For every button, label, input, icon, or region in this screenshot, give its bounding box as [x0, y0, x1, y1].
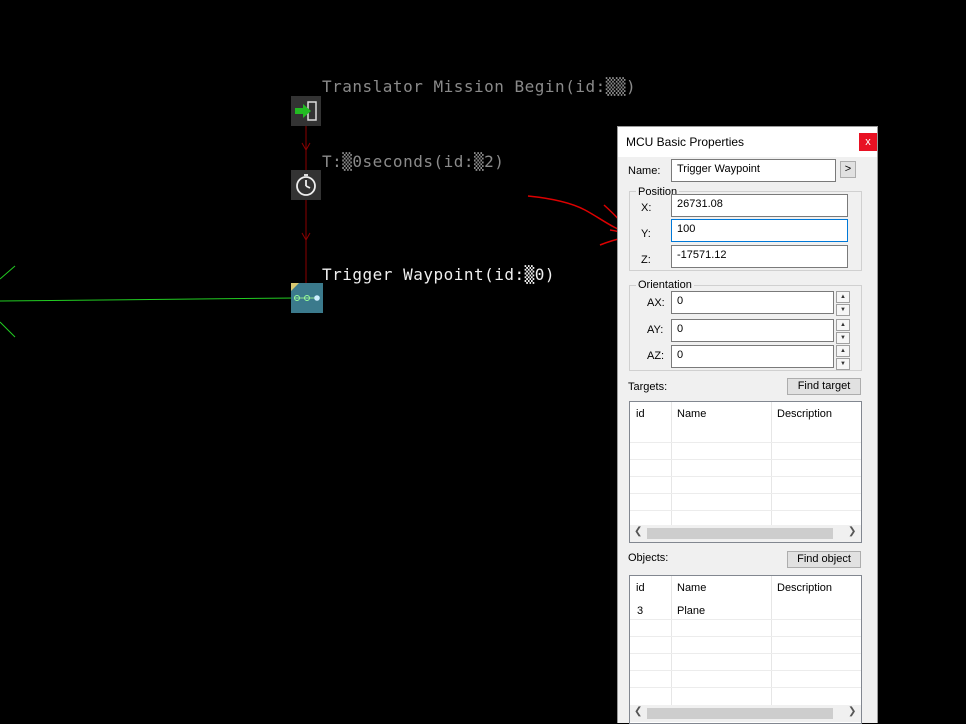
- dialog-titlebar[interactable]: MCU Basic Properties x: [618, 127, 877, 157]
- targets-table[interactable]: id Name Description ❮ ❯: [629, 401, 862, 543]
- timer-node[interactable]: [291, 170, 321, 200]
- annotation-arrow: [527, 195, 631, 246]
- targets-col-description[interactable]: Description: [771, 402, 838, 428]
- ax-label: AX:: [647, 297, 665, 309]
- z-field[interactable]: -17571.12: [671, 245, 848, 268]
- az-down-icon[interactable]: ▼: [836, 358, 850, 370]
- mission-begin-node[interactable]: [291, 96, 321, 126]
- ax-spinner[interactable]: ▲ ▼: [836, 291, 850, 316]
- z-label: Z:: [641, 254, 651, 266]
- dialog-title: MCU Basic Properties: [626, 135, 745, 149]
- objects-col-description[interactable]: Description: [771, 576, 838, 602]
- find-target-button[interactable]: Find target: [787, 378, 861, 395]
- name-expand-button[interactable]: >: [840, 161, 856, 178]
- object-row-name[interactable]: Plane: [677, 605, 705, 617]
- y-field[interactable]: 100: [671, 219, 848, 242]
- az-label: AZ:: [647, 350, 665, 362]
- timer-label: T:▒0seconds(id:▒2): [322, 152, 505, 171]
- close-button[interactable]: x: [859, 133, 877, 151]
- red-link-line: [301, 125, 311, 284]
- targets-col-name[interactable]: Name: [671, 402, 712, 428]
- objects-col-name[interactable]: Name: [671, 576, 712, 602]
- waypoint-icon: [291, 283, 323, 313]
- objects-table[interactable]: id Name Description 3 Plane ❮ ❯: [629, 575, 862, 724]
- ay-spinner[interactable]: ▲ ▼: [836, 319, 850, 344]
- ax-up-icon[interactable]: ▲: [836, 291, 850, 303]
- objects-col-id[interactable]: id: [630, 576, 651, 602]
- objects-hscrollbar[interactable]: ❮ ❯: [630, 705, 861, 722]
- stopwatch-icon: [291, 170, 321, 200]
- name-label: Name:: [628, 165, 661, 177]
- scroll-left-icon[interactable]: ❮: [634, 706, 642, 717]
- trigger-waypoint-node[interactable]: [291, 283, 323, 313]
- object-row-id[interactable]: 3: [637, 605, 643, 617]
- ay-label: AY:: [647, 324, 664, 336]
- x-field[interactable]: 26731.08: [671, 194, 848, 217]
- mcu-properties-dialog: MCU Basic Properties x Name: Trigger Way…: [617, 126, 878, 724]
- name-field[interactable]: Trigger Waypoint: [671, 159, 836, 182]
- ax-field[interactable]: 0: [671, 291, 834, 314]
- targets-label: Targets:: [628, 381, 668, 393]
- ay-field[interactable]: 0: [671, 319, 834, 342]
- y-label: Y:: [641, 228, 651, 240]
- targets-col-id[interactable]: id: [630, 402, 651, 428]
- ay-up-icon[interactable]: ▲: [836, 319, 850, 331]
- targets-hscrollbar[interactable]: ❮ ❯: [630, 525, 861, 542]
- arrow-right-enter-icon: [291, 96, 321, 126]
- objects-label: Objects:: [628, 552, 669, 564]
- ay-down-icon[interactable]: ▼: [836, 332, 850, 344]
- orientation-group-title: Orientation: [636, 279, 694, 291]
- ax-down-icon[interactable]: ▼: [836, 304, 850, 316]
- az-spinner[interactable]: ▲ ▼: [836, 345, 850, 370]
- find-object-button[interactable]: Find object: [787, 551, 861, 568]
- objects-scroll-thumb[interactable]: [647, 708, 833, 719]
- scroll-right-icon[interactable]: ❯: [848, 526, 856, 537]
- green-link-lines: [0, 265, 297, 338]
- az-up-icon[interactable]: ▲: [836, 345, 850, 357]
- targets-scroll-thumb[interactable]: [647, 528, 833, 539]
- x-label: X:: [641, 202, 652, 214]
- scroll-right-icon[interactable]: ❯: [848, 706, 856, 717]
- scroll-left-icon[interactable]: ❮: [634, 526, 642, 537]
- waypoint-label: Trigger Waypoint(id:▒0): [322, 265, 556, 284]
- mission-begin-label: Translator Mission Begin(id:▒▒): [322, 77, 637, 96]
- az-field[interactable]: 0: [671, 345, 834, 368]
